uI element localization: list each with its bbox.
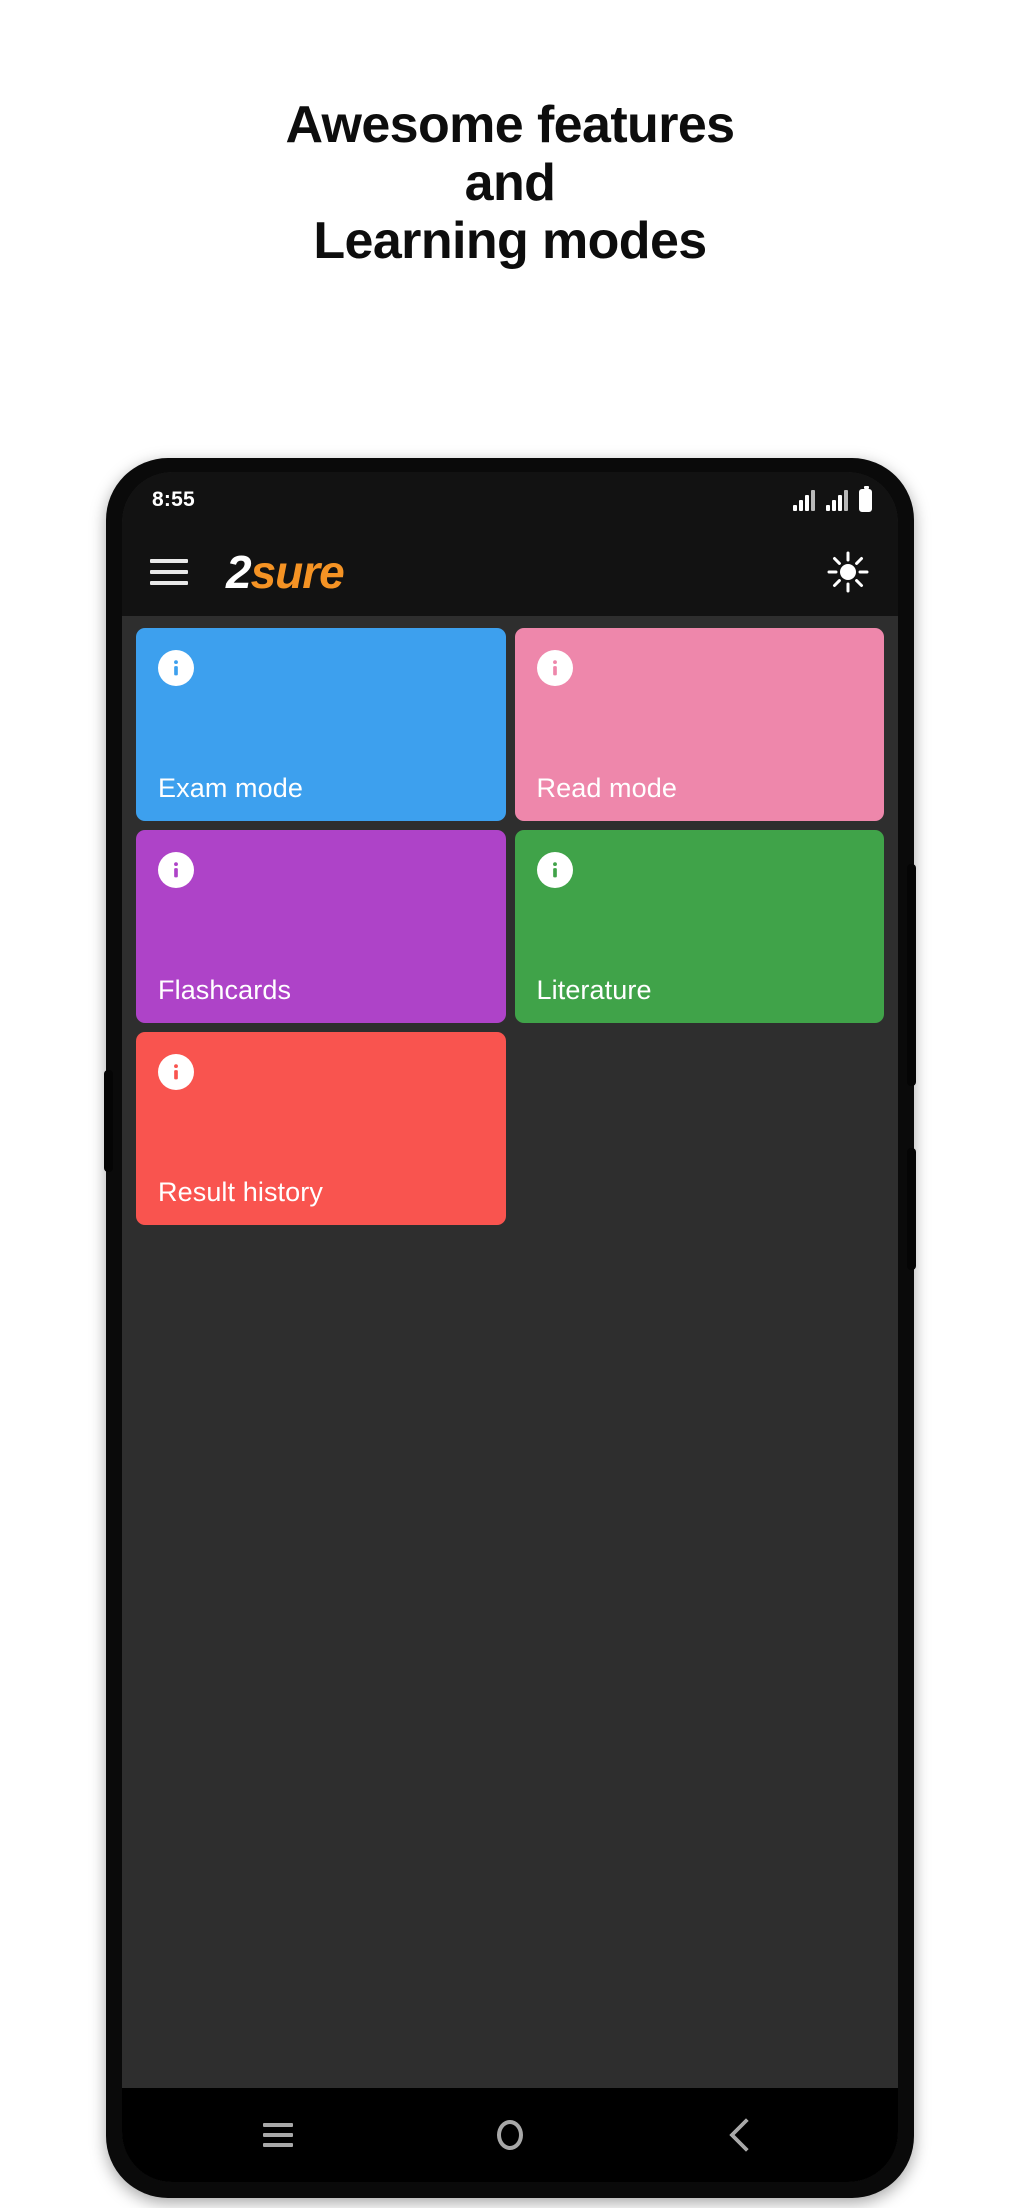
tile-label: Read mode bbox=[536, 773, 677, 803]
android-navigation-bar bbox=[122, 2088, 898, 2182]
headline-line-2: and bbox=[464, 154, 556, 212]
info-icon[interactable] bbox=[536, 852, 573, 888]
battery-icon bbox=[859, 485, 872, 512]
recents-icon[interactable] bbox=[241, 2098, 315, 2172]
info-icon[interactable] bbox=[536, 650, 573, 686]
app-logo-primary: 2 bbox=[226, 546, 252, 598]
home-icon[interactable] bbox=[473, 2098, 547, 2172]
tile-label: Exam mode bbox=[158, 773, 303, 803]
tile-label: Result history bbox=[158, 1177, 323, 1207]
tile-flashcards[interactable]: Flashcards bbox=[136, 830, 506, 1023]
headline-line-1: Awesome features bbox=[285, 96, 736, 154]
info-icon[interactable] bbox=[158, 852, 194, 888]
tile-result-history[interactable]: Result history bbox=[136, 1032, 506, 1225]
page-title: Awesome features and Learning modes bbox=[0, 96, 1020, 270]
phone-mockup: 8:55 2sure Exam mode Read mode Flashcard… bbox=[104, 458, 916, 2198]
info-icon[interactable] bbox=[158, 1054, 194, 1090]
signal-icon bbox=[826, 489, 848, 511]
tile-exam-mode[interactable]: Exam mode bbox=[136, 628, 506, 821]
phone-volume-button[interactable] bbox=[907, 864, 916, 1086]
phone-power-button[interactable] bbox=[907, 1148, 916, 1270]
phone-screen: 8:55 2sure Exam mode Read mode Flashcard… bbox=[122, 472, 898, 2182]
sun-icon[interactable] bbox=[826, 550, 870, 594]
app-logo: 2sure bbox=[226, 546, 345, 598]
status-bar-clock: 8:55 bbox=[152, 488, 195, 511]
phone-screen-bezel: 8:55 2sure Exam mode Read mode Flashcard… bbox=[122, 472, 898, 2182]
headline-line-3: Learning modes bbox=[313, 212, 707, 270]
tile-label: Literature bbox=[536, 975, 652, 1005]
hamburger-menu-icon[interactable] bbox=[150, 551, 192, 593]
app-bar: 2sure bbox=[122, 528, 898, 616]
tile-literature[interactable]: Literature bbox=[514, 830, 884, 1023]
signal-icon bbox=[793, 489, 815, 511]
back-icon[interactable] bbox=[705, 2098, 779, 2172]
phone-left-side-button[interactable] bbox=[104, 1070, 113, 1172]
tile-read-mode[interactable]: Read mode bbox=[514, 628, 884, 821]
tile-area: Exam mode Read mode Flashcards Literatur… bbox=[122, 616, 898, 2088]
status-bar-icons bbox=[793, 485, 872, 512]
info-icon[interactable] bbox=[158, 650, 194, 686]
status-bar: 8:55 bbox=[122, 472, 898, 528]
learning-modes-grid: Exam mode Read mode Flashcards Literatur… bbox=[136, 628, 884, 1225]
tile-label: Flashcards bbox=[158, 975, 292, 1005]
app-logo-secondary: sure bbox=[250, 546, 345, 598]
